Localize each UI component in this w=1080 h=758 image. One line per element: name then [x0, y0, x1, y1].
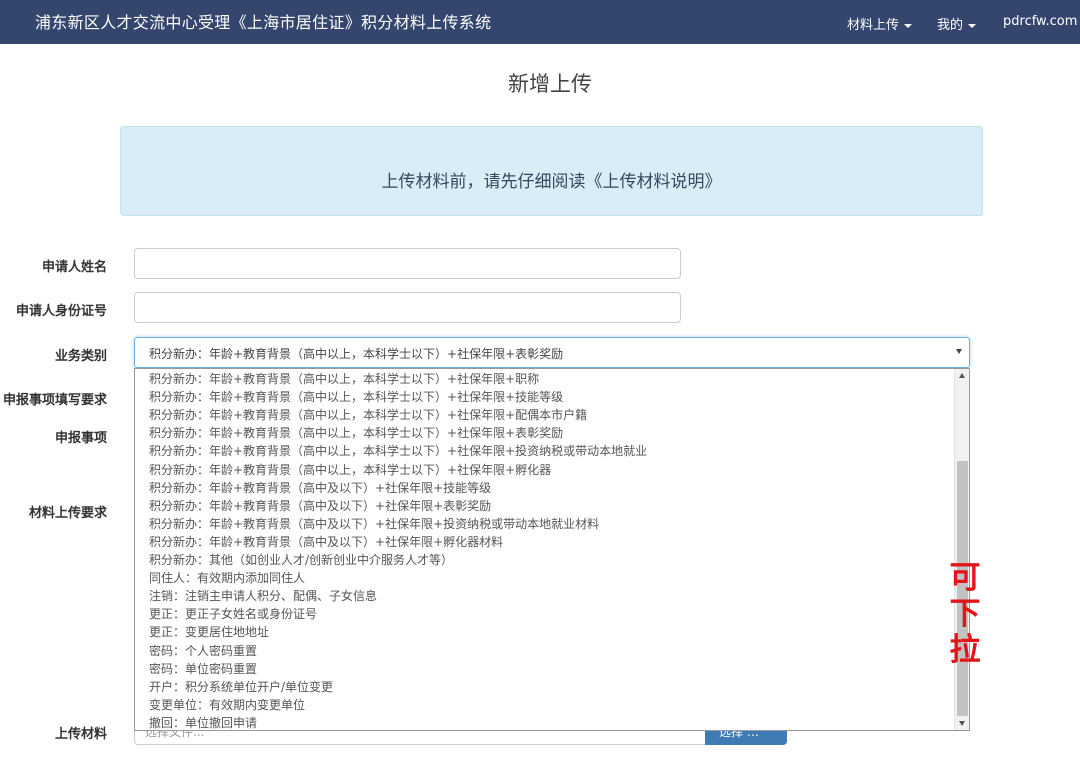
- label-applicant-name: 申请人姓名: [41, 260, 107, 275]
- business-type-dropdown: 积分新办：年龄+教育背景（高中以上，本科学士以下）+社保年限+职称 积分新办：年龄…: [134, 368, 970, 731]
- business-type-selected: 积分新办：年龄+教育背景（高中以上，本科学士以下）+社保年限+表彰奖励: [149, 347, 564, 361]
- dropdown-option[interactable]: 积分新办：年龄+教育背景（高中及以下）+社保年限+孵化器材料: [149, 533, 503, 551]
- scroll-hint-annotation: 可 下 拉: [947, 560, 983, 668]
- dropdown-option[interactable]: 积分新办：年龄+教育背景（高中以上，本科学士以下）+社保年限+表彰奖励: [149, 424, 563, 442]
- choose-file-button[interactable]: 选择 …: [705, 729, 787, 745]
- menu-upload[interactable]: 材料上传: [847, 14, 913, 33]
- dropdown-option[interactable]: 积分新办：年龄+教育背景（高中以上，本科学士以下）+社保年限+职称: [149, 370, 539, 388]
- instructions-link[interactable]: 《上传材料说明》: [586, 172, 722, 192]
- dropdown-option[interactable]: 密码：个人密码重置: [149, 642, 257, 660]
- menu-mine[interactable]: 我的: [937, 14, 977, 33]
- dropdown-option[interactable]: 注销：注销主申请人积分、配偶、子女信息: [149, 587, 377, 605]
- dropdown-option[interactable]: 积分新办：年龄+教育背景（高中及以下）+社保年限+投资纳税或带动本地就业材料: [149, 515, 599, 533]
- dropdown-option[interactable]: 积分新办：年龄+教育背景（高中及以下）+社保年限+表彰奖励: [149, 497, 491, 515]
- dropdown-option[interactable]: 密码：单位密码重置: [149, 660, 257, 678]
- menu-mine-label: 我的: [937, 18, 964, 33]
- site-brand[interactable]: 浦东新区人才交流中心受理《上海市居住证》积分材料上传系统: [35, 9, 491, 33]
- menu-site-link[interactable]: pdrcfw.com: [1003, 14, 1077, 29]
- dropdown-option[interactable]: 积分新办：年龄+教育背景（高中以上，本科学士以下）+社保年限+配偶本市户籍: [149, 406, 587, 424]
- caret-down-icon: [904, 23, 913, 28]
- dropdown-option[interactable]: 开户：积分系统单位开户/单位变更: [149, 678, 333, 696]
- label-id-number: 申请人身份证号: [15, 304, 107, 319]
- label-declaration-items: 申报事项: [54, 431, 107, 446]
- dropdown-option[interactable]: 积分新办：年龄+教育背景（高中及以下）+社保年限+技能等级: [149, 479, 491, 497]
- dropdown-option[interactable]: 更正：变更居住地地址: [149, 623, 269, 641]
- dropdown-option[interactable]: 积分新办：年龄+教育背景（高中以上，本科学士以下）+社保年限+技能等级: [149, 388, 563, 406]
- label-upload-material: 上传材料: [54, 727, 107, 742]
- label-fill-requirements: 申报事项填写要求: [2, 393, 107, 408]
- annotation-char: 拉: [949, 632, 981, 668]
- label-upload-requirements: 材料上传要求: [28, 506, 107, 521]
- dropdown-option[interactable]: 更正：更正子女姓名或身份证号: [149, 605, 317, 623]
- business-type-select[interactable]: 积分新办：年龄+教育背景（高中以上，本科学士以下）+社保年限+表彰奖励: [134, 337, 970, 368]
- page-title: 新增上传: [508, 72, 592, 96]
- annotation-char: 可: [949, 560, 981, 596]
- applicant-name-input[interactable]: [134, 248, 681, 279]
- dropdown-option[interactable]: 变更单位：有效期内变更单位: [149, 696, 305, 714]
- menu-upload-label: 材料上传: [847, 18, 900, 33]
- dropdown-scrollbar[interactable]: [954, 369, 969, 730]
- id-number-input[interactable]: [134, 292, 681, 323]
- scroll-up-icon[interactable]: [959, 373, 965, 378]
- scroll-down-icon[interactable]: [959, 721, 965, 726]
- dropdown-option[interactable]: 积分新办：年龄+教育背景（高中以上，本科学士以下）+社保年限+投资纳税或带动本地…: [149, 442, 647, 460]
- dropdown-option[interactable]: 撤回：单位撤回申请: [149, 714, 257, 730]
- top-navbar: 浦东新区人才交流中心受理《上海市居住证》积分材料上传系统 材料上传 我的 pdr…: [0, 0, 1080, 44]
- dropdown-option[interactable]: 积分新办：年龄+教育背景（高中以上，本科学士以下）+社保年限+孵化器: [149, 461, 551, 479]
- dropdown-arrow-icon: [956, 349, 962, 354]
- file-path-input[interactable]: 选择文件...: [134, 729, 706, 745]
- dropdown-option[interactable]: 积分新办：其他（如创业人才/创新创业中介服务人才等）: [149, 551, 453, 569]
- label-business-type: 业务类别: [54, 349, 107, 364]
- notice-prefix: 上传材料前，请先仔细阅读: [381, 172, 586, 192]
- annotation-char: 下: [949, 596, 981, 632]
- notice-text: 上传材料前，请先仔细阅读《上传材料说明》: [121, 167, 982, 192]
- notice-box: 上传材料前，请先仔细阅读《上传材料说明》: [120, 126, 983, 216]
- caret-down-icon: [968, 23, 977, 28]
- dropdown-option[interactable]: 同住人：有效期内添加同住人: [149, 569, 305, 587]
